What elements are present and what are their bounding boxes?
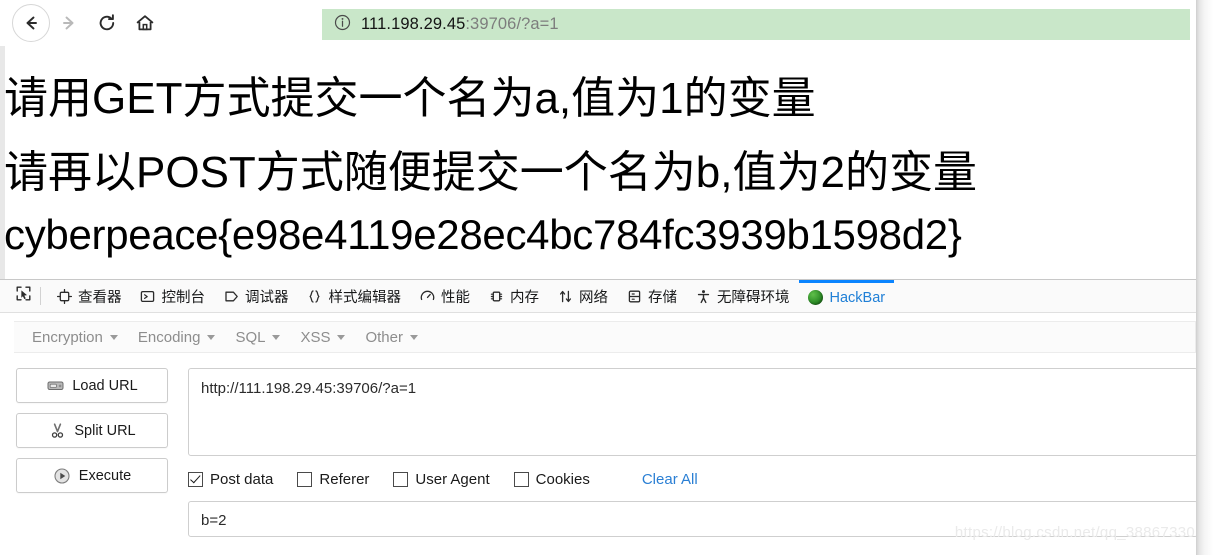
menu-encoding[interactable]: Encoding <box>128 325 226 350</box>
tab-label: 查看器 <box>78 289 122 306</box>
hackbar-icon <box>808 290 824 306</box>
checkbox-post-data[interactable]: Post data <box>188 471 273 488</box>
tab-hackbar[interactable]: HackBar <box>798 279 895 313</box>
toolbar-separator <box>40 287 41 305</box>
address-bar-text: 111.198.29.45:39706/?a=1 <box>361 15 559 34</box>
memory-icon <box>488 288 504 304</box>
tab-label: HackBar <box>829 289 886 306</box>
devtools-panel: 查看器 控制台 调试器 样式编辑器 性能 内存 网络 存储 无障碍环境 Hack… <box>0 279 1198 555</box>
hackbar-options-row: Post data Referer User Agent Cookies Cle… <box>188 468 1196 490</box>
tab-performance[interactable]: 性能 <box>410 280 479 313</box>
tab-memory[interactable]: 内存 <box>479 280 548 313</box>
web-page-content: 请用GET方式提交一个名为a,值为1的变量 请再以POST方式随便提交一个名为b… <box>0 46 1196 279</box>
forward-button[interactable] <box>50 4 88 42</box>
tab-label: 调试器 <box>245 289 289 306</box>
url-path: :39706/?a=1 <box>465 15 559 33</box>
menu-encryption[interactable]: Encryption <box>22 325 128 350</box>
menu-sql[interactable]: SQL <box>225 325 290 350</box>
execute-button[interactable]: Execute <box>16 458 168 493</box>
element-picker-button[interactable] <box>10 283 36 309</box>
storage-icon <box>626 288 642 304</box>
tab-network[interactable]: 网络 <box>548 280 617 313</box>
tab-style-editor[interactable]: 样式编辑器 <box>298 280 411 313</box>
window-right-edge <box>1196 0 1213 555</box>
disk-drive-icon <box>46 377 64 395</box>
checkbox-label: User Agent <box>415 470 490 488</box>
tab-label: 样式编辑器 <box>328 289 402 306</box>
page-flag-text: cyberpeace{e98e4119e28ec4bc784fc3939b159… <box>4 211 962 258</box>
checkbox-box[interactable] <box>188 471 203 487</box>
menu-label: SQL <box>235 328 266 346</box>
hackbar-body: Load URL Split URL Execute http://111.19… <box>0 361 1198 555</box>
address-bar[interactable]: 111.198.29.45:39706/?a=1 <box>322 9 1190 40</box>
button-label: Split URL <box>74 422 136 439</box>
performance-icon <box>419 288 435 304</box>
menu-label: Encryption <box>32 328 103 346</box>
tab-label: 控制台 <box>161 289 206 306</box>
tab-label: 性能 <box>441 289 470 306</box>
chevron-down-icon <box>337 334 346 340</box>
checkbox-label: Referer <box>319 470 370 488</box>
back-arrow-icon <box>20 12 42 34</box>
tab-label: 网络 <box>579 289 608 306</box>
split-url-button[interactable]: Split URL <box>16 413 168 448</box>
tab-debugger[interactable]: 调试器 <box>214 280 298 313</box>
hackbar-panel: Encryption Encoding SQL XSS Other Load U… <box>0 313 1198 555</box>
button-label: Execute <box>78 467 132 484</box>
clear-all-link[interactable]: Clear All <box>642 471 698 488</box>
menu-other[interactable]: Other <box>355 325 428 350</box>
checkbox-user-agent[interactable]: User Agent <box>393 470 490 488</box>
checkbox-label: Post data <box>210 470 274 488</box>
home-button[interactable] <box>126 4 164 42</box>
menu-label: Other <box>365 328 403 346</box>
checkbox-cookies[interactable]: Cookies <box>513 470 590 488</box>
menu-label: XSS <box>300 328 331 346</box>
chevron-down-icon <box>272 334 281 340</box>
tab-label: 存储 <box>648 289 677 306</box>
info-circle-icon[interactable] <box>334 14 351 36</box>
chevron-down-icon <box>409 334 418 340</box>
tab-inspector[interactable]: 查看器 <box>47 280 131 313</box>
hackbar-menubar: Encryption Encoding SQL XSS Other <box>14 321 1196 353</box>
checkbox-referer[interactable]: Referer <box>297 471 369 488</box>
forward-arrow-icon <box>58 12 80 34</box>
browser-window: 111.198.29.45:39706/?a=1 请用GET方式提交一个名为a,… <box>0 0 1213 555</box>
debugger-icon <box>223 288 239 304</box>
chevron-down-icon <box>109 334 118 340</box>
style-editor-icon <box>307 288 323 304</box>
chevron-down-icon <box>207 334 216 340</box>
checkbox-box[interactable] <box>393 471 409 487</box>
reload-icon <box>96 12 118 34</box>
page-instruction-get: 请用GET方式提交一个名为a,值为1的变量 <box>4 74 816 123</box>
console-icon <box>140 288 156 304</box>
checkbox-box[interactable] <box>513 471 529 487</box>
reload-button[interactable] <box>88 4 126 42</box>
network-icon <box>557 288 573 304</box>
button-label: Load URL <box>72 377 138 394</box>
tab-storage[interactable]: 存储 <box>617 280 686 313</box>
back-button[interactable] <box>12 4 50 42</box>
menu-label: Encoding <box>137 328 201 346</box>
tab-label: 无障碍环境 <box>717 289 790 306</box>
inspector-icon <box>56 288 72 304</box>
tab-console[interactable]: 控制台 <box>131 280 215 313</box>
menu-xss[interactable]: XSS <box>290 325 355 350</box>
post-data-input[interactable]: b=2 <box>188 501 1198 537</box>
tab-accessibility[interactable]: 无障碍环境 <box>686 280 799 313</box>
checkbox-box[interactable] <box>297 471 313 487</box>
home-icon <box>134 12 156 34</box>
scissors-icon <box>48 422 66 440</box>
load-url-button[interactable]: Load URL <box>16 368 168 403</box>
page-instruction-post: 请再以POST方式随便提交一个名为b,值为2的变量 <box>4 148 977 197</box>
url-input[interactable]: http://111.198.29.45:39706/?a=1 <box>188 368 1198 456</box>
devtools-tabbar: 查看器 控制台 调试器 样式编辑器 性能 内存 网络 存储 无障碍环境 Hack… <box>0 279 1196 313</box>
hackbar-fields: http://111.198.29.45:39706/?a=1 Post dat… <box>188 368 1198 537</box>
accessibility-icon <box>695 288 711 304</box>
play-icon <box>53 467 71 485</box>
tab-label: 内存 <box>510 289 539 306</box>
url-host: 111.198.29.45 <box>361 15 466 33</box>
hackbar-action-buttons: Load URL Split URL Execute <box>16 368 168 493</box>
checkbox-label: Cookies <box>535 470 590 488</box>
element-picker-icon <box>15 285 32 307</box>
